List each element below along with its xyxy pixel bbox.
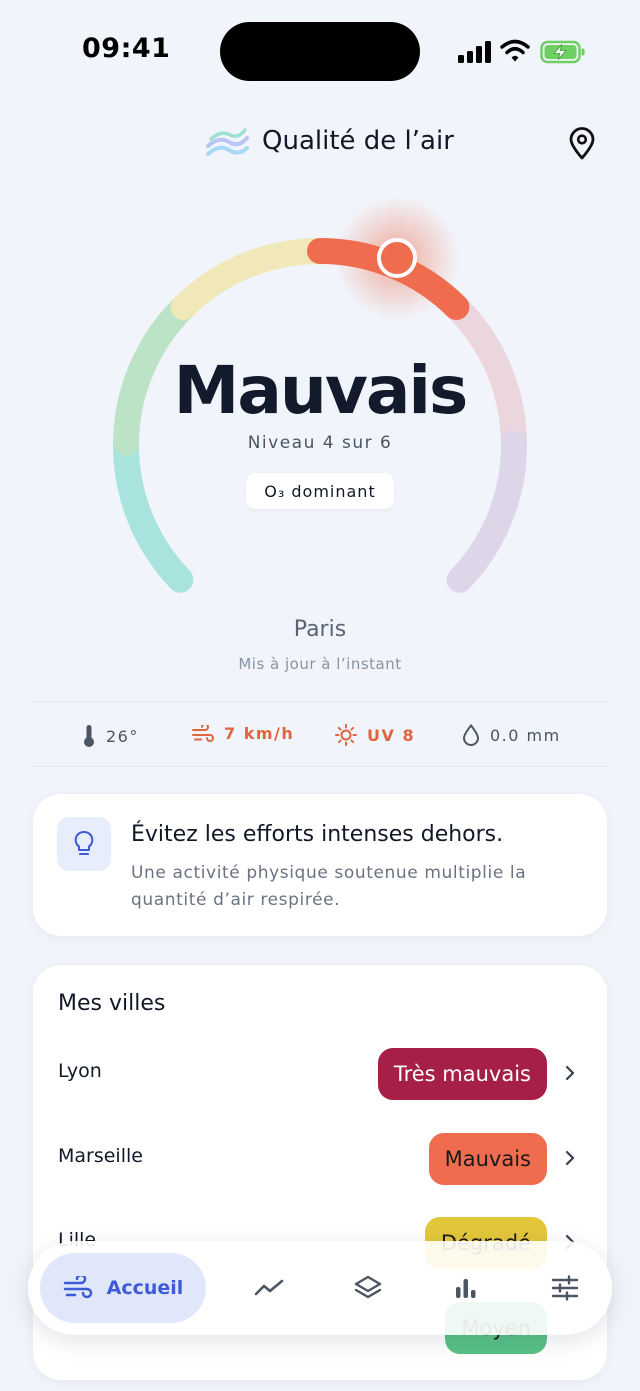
cellular-signal-icon — [458, 41, 491, 63]
nav-settings-button[interactable] — [540, 1263, 590, 1313]
rain-item: 0.0 mm — [462, 724, 561, 746]
uv-item: UV 8 — [335, 724, 415, 746]
nav-trends-button[interactable] — [244, 1263, 294, 1313]
nav-stats-button[interactable] — [441, 1263, 491, 1313]
wifi-icon — [500, 39, 530, 62]
sliders-icon — [551, 1275, 579, 1301]
battery-charging-icon — [540, 40, 585, 64]
map-pin-icon — [569, 127, 595, 160]
chevron-right-icon — [565, 1150, 575, 1166]
air-waves-logo-icon — [206, 128, 249, 156]
wind-value: 7 km/h — [224, 724, 295, 743]
city-status-badge: Mauvais — [428, 1133, 547, 1185]
aqi-level-text: Niveau 4 sur 6 — [247, 433, 393, 453]
gauge-segment-6 — [446, 429, 528, 593]
gauge-segment-3 — [170, 238, 333, 320]
bar-chart-icon — [456, 1279, 476, 1298]
wind-icon — [63, 1276, 92, 1299]
status-time: 09:41 — [82, 33, 171, 64]
updated-timestamp: Mis à jour à l’instant — [238, 655, 402, 673]
uv-value: UV 8 — [367, 725, 416, 745]
wind-item: 7 km/h — [192, 724, 294, 743]
current-city: Paris — [293, 617, 347, 642]
weather-strip: 26° 7 km/h UV 8 0.0 mm — [32, 701, 608, 767]
temperature-value: 26° — [106, 726, 139, 746]
thermometer-icon — [84, 725, 94, 747]
nav-home-label: Accueil — [106, 1277, 184, 1299]
city-name: Marseille — [58, 1145, 143, 1167]
advice-title: Évitez les efforts intenses dehors. — [131, 822, 504, 847]
city-status-badge: Très mauvais — [377, 1048, 547, 1100]
gauge-segment-1 — [112, 429, 194, 593]
dominant-pollutant-chip: O₃ dominant — [246, 473, 394, 509]
page-title: Qualité de l’air — [262, 126, 454, 156]
layers-icon — [354, 1275, 382, 1299]
nav-layers-button[interactable] — [343, 1263, 393, 1313]
lightbulb-icon — [74, 831, 94, 855]
city-row-marseille[interactable]: Marseille Mauvais — [33, 1129, 607, 1189]
aqi-status-label: Mauvais — [173, 352, 469, 429]
rain-value: 0.0 mm — [490, 725, 561, 745]
wind-icon — [192, 724, 214, 742]
city-row-lyon[interactable]: Lyon Très mauvais — [33, 1044, 607, 1104]
sun-icon — [335, 724, 357, 746]
advice-icon-tile — [57, 817, 111, 871]
location-button[interactable] — [562, 124, 602, 164]
my-cities-title: Mes villes — [58, 991, 166, 1016]
temperature-item: 26° — [82, 724, 139, 748]
trend-icon — [254, 1279, 284, 1296]
droplet-icon — [462, 724, 480, 746]
city-name: Lyon — [58, 1060, 102, 1082]
dynamic-island — [220, 22, 420, 81]
nav-home-button[interactable]: Accueil — [40, 1253, 206, 1323]
advice-body: Une activité physique soutenue multiplie… — [131, 863, 527, 910]
chevron-right-icon — [565, 1065, 575, 1081]
gauge-indicator — [377, 238, 417, 278]
